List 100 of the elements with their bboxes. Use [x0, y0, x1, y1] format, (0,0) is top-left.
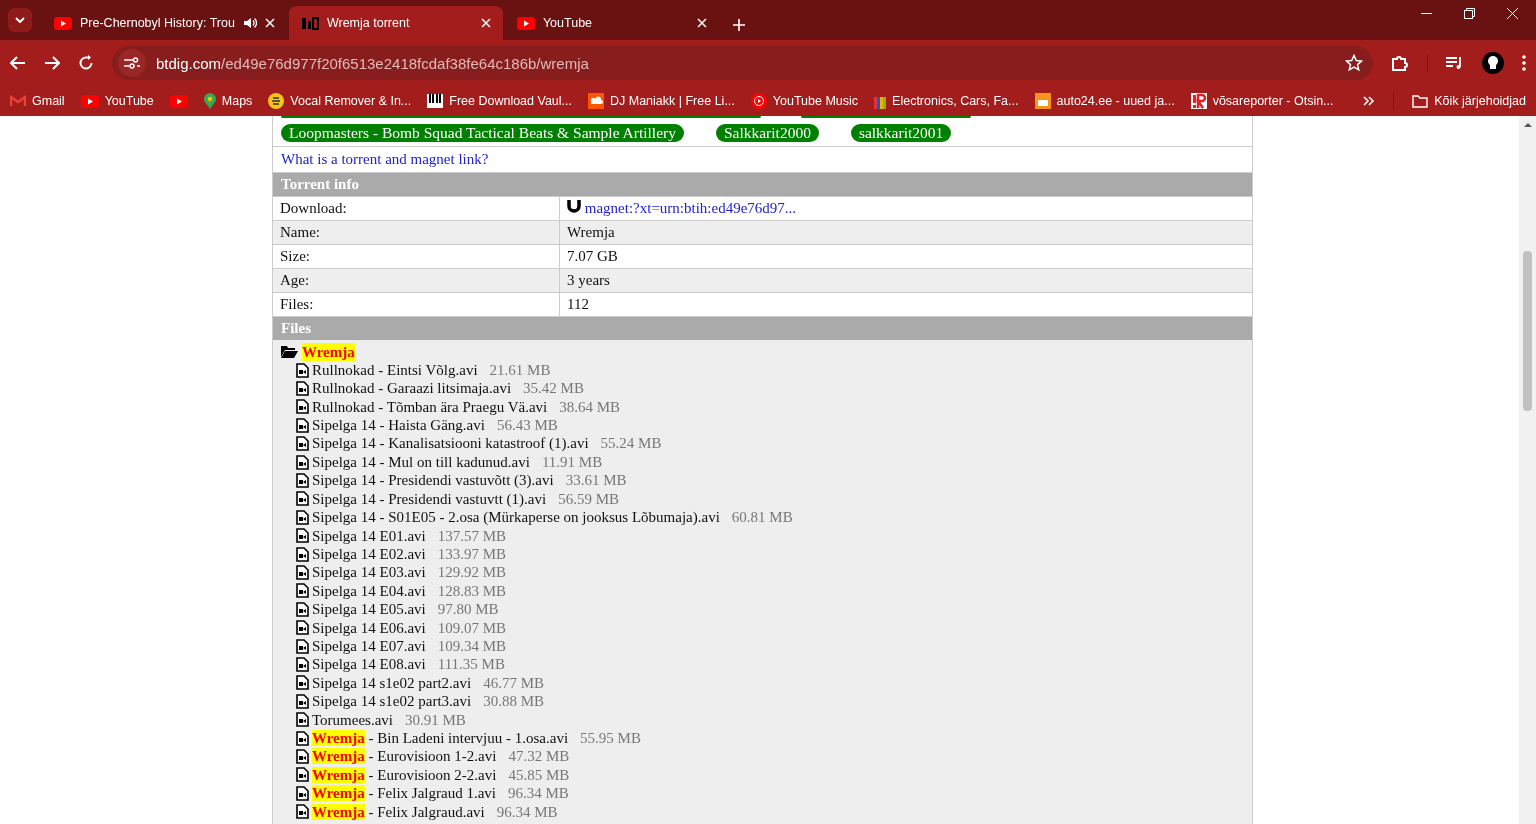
folder-name[interactable]: Wremja: [302, 342, 355, 361]
tag-link[interactable]: Loopmasters - Bomb Squad Tactical Beats & Sample Artillery: [281, 123, 684, 142]
piano-icon: [427, 94, 444, 108]
video-file-icon: [296, 454, 309, 470]
file-name[interactable]: Sipelga 14 - Presidendi vastuvõtt (3).avi: [312, 471, 554, 490]
bookmark[interactable]: Maps: [203, 93, 253, 109]
video-file-icon: [296, 491, 309, 507]
file-name[interactable]: Sipelga 14 E04.avi: [312, 581, 426, 601]
file-name[interactable]: Rullnokad - Eintsi Võlg.avi: [312, 360, 478, 380]
info-label: Files:: [273, 292, 560, 317]
video-file-icon: [296, 436, 309, 452]
restore-icon[interactable]: [1464, 8, 1475, 19]
file-name[interactable]: Sipelga 14 - Haista Gäng.avi: [312, 416, 485, 435]
file-name[interactable]: Sipelga 14 E07.avi: [312, 636, 426, 656]
scroll-thumb[interactable]: [1523, 251, 1532, 411]
file-name[interactable]: Wremja - Felix Jalgraud 1.avi: [312, 784, 496, 803]
site-settings-icon[interactable]: [124, 57, 140, 69]
file-name[interactable]: Torumees.avi: [312, 710, 393, 729]
file-size: 96.34 MB: [496, 802, 558, 821]
bookmark[interactable]: YouTube: [80, 94, 154, 108]
bookmark[interactable]: Gmail: [10, 94, 65, 108]
file-name[interactable]: Sipelga 14 E05.avi: [312, 600, 426, 619]
file-size: 60.81 MB: [731, 508, 793, 527]
file-name[interactable]: Wremja - Eurovisioon 1-2.avi: [312, 747, 497, 766]
bookmark[interactable]: Vocal Remover & In...: [268, 93, 412, 109]
file-size: 30.91 MB: [405, 710, 466, 729]
smiley-icon: [268, 93, 285, 109]
chevron-down-icon: [15, 17, 25, 23]
file-name[interactable]: Sipelga 14 E03.avi: [312, 563, 426, 582]
file-name[interactable]: Sipelga 14 s1e02 part3.avi: [312, 692, 472, 711]
cloud-icon: [588, 93, 604, 109]
file-name[interactable]: Sipelga 14 - S01E05 - 2.osa (Mürkaperse on jooksus Lõbumaja).avi: [312, 508, 720, 527]
file-name[interactable]: Wremja - Eurovisioon 2-2.avi: [312, 765, 497, 785]
file-size: 56.43 MB: [496, 416, 558, 435]
info-label: Download:: [273, 196, 560, 221]
browser-tab[interactable]: Wremja torrent: [288, 6, 503, 40]
puzzle-icon[interactable]: [1391, 54, 1409, 72]
auto24-icon: [1034, 93, 1051, 109]
close-icon[interactable]: [696, 18, 707, 28]
file-name[interactable]: Rullnokad - Garaazi litsimaja.avi: [312, 379, 512, 398]
bookmark[interactable]: [169, 94, 188, 108]
file-size: 30.88 MB: [483, 692, 544, 711]
video-file-icon: [296, 620, 309, 636]
new-tab-icon[interactable]: [732, 19, 745, 31]
bookmark[interactable]: YouTube Music: [750, 93, 859, 109]
video-file-icon: [296, 675, 309, 691]
bookmark[interactable]: Free Download Vaul...: [427, 94, 572, 108]
video-file-icon: [296, 785, 309, 801]
close-icon[interactable]: [264, 18, 275, 28]
speaker-icon[interactable]: [242, 16, 257, 30]
forward-icon[interactable]: [44, 56, 60, 70]
file-name[interactable]: Sipelga 14 - Mul on till kadunud.avi: [312, 452, 530, 472]
tag-link[interactable]: Salkkarit2000: [715, 123, 819, 142]
file-size: 35.42 MB: [523, 379, 584, 398]
section-header: Files: [273, 316, 1252, 340]
file-name[interactable]: Wremja - Felix Jalgraud.avi: [312, 802, 485, 821]
file-name[interactable]: Sipelga 14 E01.avi: [312, 526, 426, 545]
close-icon[interactable]: [480, 18, 491, 28]
file-size: 33.61 MB: [565, 471, 627, 490]
file-name[interactable]: Wremja - Bin Ladeni intervjuu - 1.osa.avi: [312, 728, 569, 748]
magnet-link[interactable]: magnet:?xt=urn:btih:ed49e76d97...: [584, 200, 797, 217]
star-icon[interactable]: [1345, 54, 1363, 72]
tab-title: Pre-Chernobyl History: Trou: [80, 16, 235, 30]
close-icon[interactable]: [1507, 8, 1518, 19]
tab-search-button[interactable]: [8, 8, 32, 32]
file-name[interactable]: Sipelga 14 E06.avi: [312, 618, 426, 637]
menu-icon[interactable]: [1522, 55, 1526, 71]
file-name[interactable]: Sipelga 14 E02.avi: [312, 544, 426, 564]
address-bar[interactable]: btdig.com/ed49e76d977f20f6513e2418fcdaf38fe64c186b/wremja: [112, 46, 1373, 80]
video-file-icon: [296, 601, 309, 617]
all-bookmarks[interactable]: Kõik järjehoidjad: [1412, 94, 1526, 108]
browser-tab[interactable]: Pre-Chernobyl History: Trou: [42, 6, 287, 40]
bookmark[interactable]: võsareporter - Otsin...: [1190, 93, 1334, 109]
tag-link[interactable]: salkkarit2001: [850, 123, 952, 142]
bookmark[interactable]: DJ Maniakk | Free Li...: [588, 93, 735, 109]
avatar-icon[interactable]: [1482, 52, 1504, 74]
mail-icon: [10, 95, 26, 107]
file-size: 137.57 MB: [437, 526, 507, 545]
file-name[interactable]: Rullnokad - Tõmban ära Praegu Vä.avi: [312, 397, 548, 417]
playlist-icon[interactable]: [1446, 56, 1464, 70]
back-icon[interactable]: [10, 56, 26, 70]
help-link[interactable]: What is a torrent and magnet link?: [281, 150, 489, 167]
file-name[interactable]: Sipelga 14 - Kanalisatsiooni katastroof (1).avi: [312, 434, 589, 453]
scroll-up-icon[interactable]: [1523, 122, 1532, 127]
exclaim-r-icon: [1190, 93, 1207, 109]
file-name[interactable]: Sipelga 14 - Presidendi vastuvtt (1).avi: [312, 489, 547, 509]
video-file-icon: [296, 362, 309, 378]
file-name[interactable]: Sipelga 14 E08.avi: [312, 655, 426, 674]
youtube-icon: [80, 94, 99, 108]
browser-tab[interactable]: YouTube: [504, 6, 719, 40]
file-size: 56.59 MB: [558, 489, 619, 509]
file-name[interactable]: Sipelga 14 s1e02 part2.avi: [312, 673, 472, 693]
video-file-icon: [296, 804, 309, 820]
info-value: 7.07 GB: [567, 247, 618, 264]
bookmark[interactable]: Electronics, Cars, Fa...: [874, 93, 1019, 109]
reload-icon[interactable]: [78, 55, 94, 71]
video-file-icon: [296, 730, 309, 746]
chevron-double-icon[interactable]: [1363, 96, 1376, 106]
scrollbar[interactable]: [1519, 116, 1536, 824]
bookmark[interactable]: auto24.ee - uued ja...: [1034, 93, 1175, 109]
